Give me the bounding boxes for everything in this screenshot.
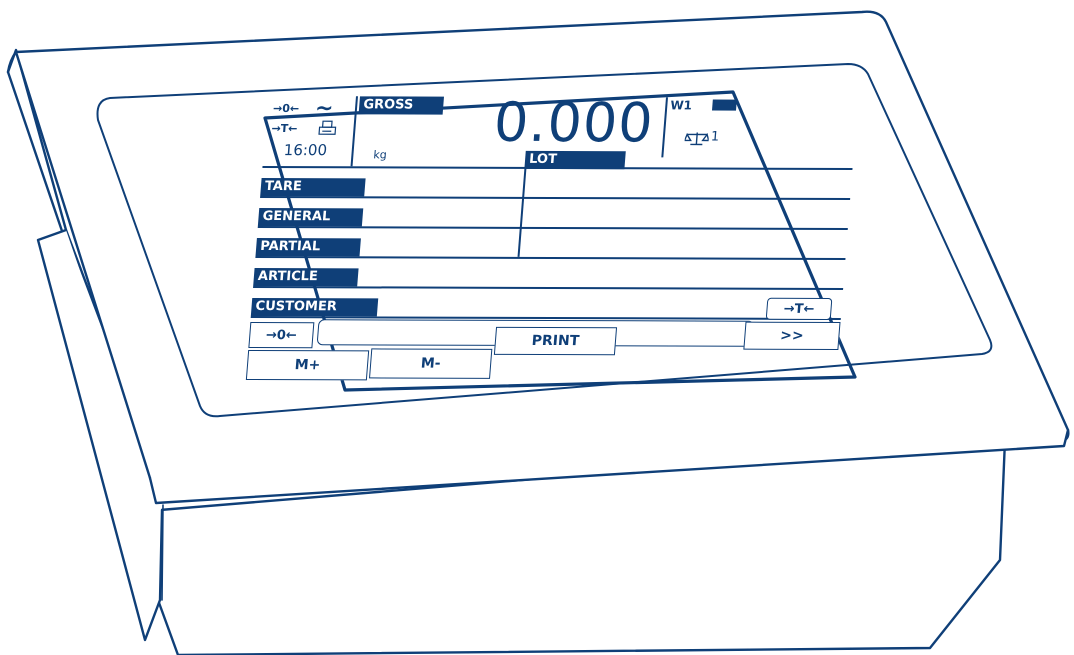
- printer-icon: [316, 120, 338, 142]
- m-minus-button[interactable]: M-: [369, 348, 493, 379]
- divider-row-4: [255, 256, 846, 260]
- divider-row-3: [257, 226, 848, 230]
- more-button[interactable]: >>: [743, 321, 841, 351]
- battery-icon: [711, 99, 737, 111]
- tare-indicator: →T←: [270, 122, 298, 136]
- clock-time: 16:00: [283, 141, 328, 160]
- lot-label: LOT: [524, 150, 626, 170]
- print-button[interactable]: PRINT: [493, 326, 618, 356]
- scale-number: 1: [710, 129, 720, 145]
- partial-field-label: PARTIAL: [255, 238, 361, 257]
- balance-icon: [683, 130, 710, 149]
- zero-button[interactable]: →0←: [248, 322, 315, 349]
- stability-indicator: ~: [314, 96, 335, 122]
- tare-field-label: TARE: [260, 178, 366, 197]
- zero-indicator: →0←: [272, 102, 300, 116]
- m-plus-button[interactable]: M+: [245, 350, 370, 381]
- divider-row-5: [253, 286, 844, 290]
- weight-display: 0.000: [491, 90, 657, 155]
- gross-mode-label: GROSS: [358, 96, 444, 115]
- article-field-label: ARTICLE: [253, 268, 359, 287]
- customer-field-label: CUSTOMER: [250, 298, 379, 317]
- general-field-label: GENERAL: [257, 208, 364, 227]
- status-box-divider: [350, 96, 358, 167]
- weight-unit: kg: [372, 148, 388, 162]
- divider-row-2: [260, 196, 851, 200]
- tare-button[interactable]: →T←: [765, 297, 833, 320]
- header-divider: [661, 97, 668, 158]
- lcd-screen: →0← ~ →T← 16:00 GROSS 0.000 kg W1 1 LOT …: [245, 91, 858, 388]
- column-divider: [517, 166, 527, 257]
- scale-label: W1: [669, 98, 693, 113]
